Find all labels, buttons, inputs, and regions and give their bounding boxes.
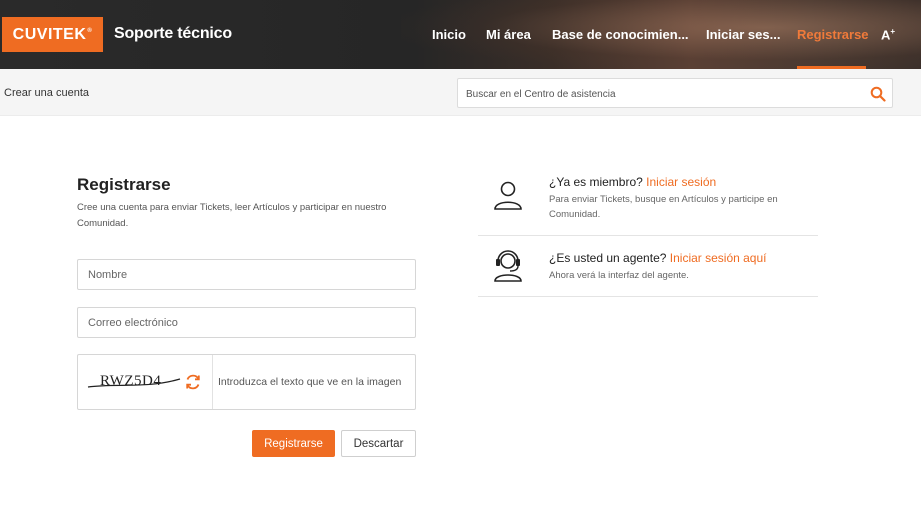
nav-knowledge-base[interactable]: Base de conocimien... xyxy=(552,27,689,47)
captcha-image: RWZ5D4 xyxy=(87,373,181,389)
member-description: Para enviar Tickets, busque en Artículos… xyxy=(549,194,778,220)
font-size-toggle[interactable]: A+ xyxy=(881,27,895,42)
section-divider-bottom xyxy=(478,296,818,297)
nav-home[interactable]: Inicio xyxy=(432,27,466,47)
refresh-captcha-icon[interactable] xyxy=(184,373,202,391)
captcha-divider xyxy=(212,355,213,409)
discard-button[interactable]: Descartar xyxy=(341,430,416,457)
site-title[interactable]: Soporte técnico xyxy=(114,25,232,43)
agent-sign-in-link[interactable]: Iniciar sesión aquí xyxy=(670,251,767,265)
email-field[interactable] xyxy=(77,307,416,338)
breadcrumb: Crear una cuenta xyxy=(4,87,89,99)
nav-register[interactable]: Registrarse xyxy=(797,27,869,47)
search-icon[interactable] xyxy=(870,86,886,102)
agent-description: Ahora verá la interfaz del agente. xyxy=(549,270,689,281)
section-divider xyxy=(478,235,818,236)
member-question: ¿Ya es miembro? Iniciar sesión xyxy=(549,175,716,189)
user-icon xyxy=(494,181,522,210)
help-center-search[interactable] xyxy=(457,78,893,108)
captcha-input[interactable] xyxy=(218,372,408,392)
name-field[interactable] xyxy=(77,259,416,290)
search-input[interactable] xyxy=(466,85,846,103)
breadcrumb-bar: Crear una cuenta xyxy=(0,69,921,116)
brand-logo[interactable]: CUVITEK ® xyxy=(2,17,103,52)
form-title: Registrarse xyxy=(77,175,171,194)
font-toggle-letter: A xyxy=(881,27,891,43)
email-input[interactable] xyxy=(78,308,415,337)
logo-text: CUVITEK xyxy=(12,25,87,43)
form-description: Cree una cuenta para enviar Tickets, lee… xyxy=(77,202,387,229)
register-button[interactable]: Registrarse xyxy=(252,430,335,457)
captcha-text: RWZ5D4 xyxy=(100,373,161,389)
captcha-field: RWZ5D4 xyxy=(77,354,416,410)
agent-question-text: ¿Es usted un agente? xyxy=(549,251,667,265)
nav-sign-in[interactable]: Iniciar ses... xyxy=(706,27,780,47)
nav-my-area[interactable]: Mi área xyxy=(486,27,531,47)
top-navigation-bar: CUVITEK ® Soporte técnico Inicio Mi área … xyxy=(0,0,921,69)
headset-icon xyxy=(494,250,522,282)
member-sign-in-link[interactable]: Iniciar sesión xyxy=(646,175,716,189)
font-toggle-plus: + xyxy=(890,27,896,36)
logo-registered-mark: ® xyxy=(87,27,93,34)
agent-question: ¿Es usted un agente? Iniciar sesión aquí xyxy=(549,251,767,265)
name-input[interactable] xyxy=(78,260,415,289)
member-question-text: ¿Ya es miembro? xyxy=(549,175,643,189)
